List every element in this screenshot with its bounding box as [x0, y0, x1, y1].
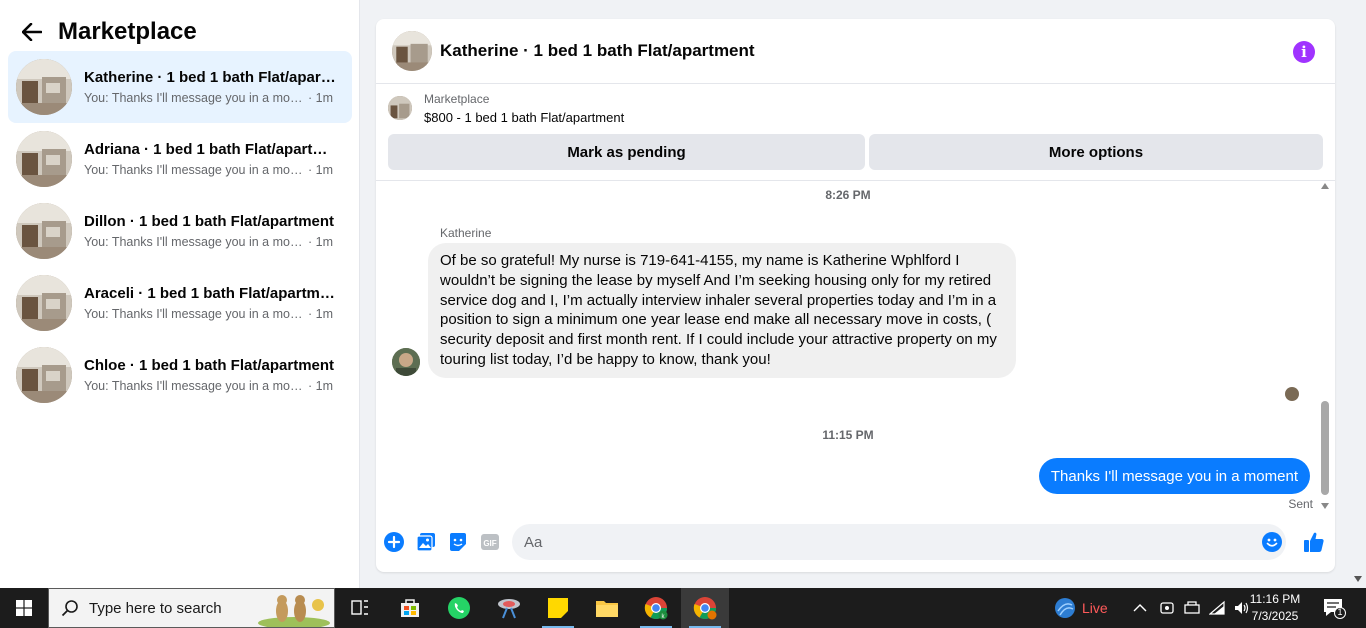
chat-avatar[interactable] — [392, 31, 432, 71]
conversation-name: Chloe · 1 bed 1 bath Flat/apartment — [84, 357, 335, 374]
wifi-icon[interactable] — [1209, 600, 1225, 616]
conversation-name: Dillon · 1 bed 1 bath Flat/apartment — [84, 213, 335, 230]
conversation-item[interactable]: Araceli · 1 bed 1 bath Flat/apartment Yo… — [8, 267, 352, 339]
listing-thumbnail — [16, 275, 72, 331]
network-device-icon[interactable] — [1183, 600, 1201, 616]
chat-header: Katherine · 1 bed 1 bath Flat/apartment … — [376, 19, 1335, 84]
svg-text:GIF: GIF — [483, 539, 496, 548]
conversation-time: · 1m — [308, 307, 333, 321]
taskbar-clock[interactable]: 11:16 PM 7/3/2025 — [1244, 591, 1306, 625]
conversation-preview: You: Thanks I'll message you in a moment — [84, 379, 306, 393]
sidebar-title: Marketplace — [58, 18, 197, 45]
app-icon[interactable] — [485, 588, 533, 628]
notification-icon[interactable]: 1 — [1322, 588, 1346, 628]
meet-now-icon[interactable] — [1159, 600, 1175, 616]
conversation-list: Katherine · 1 bed 1 bath Flat/apartment … — [8, 51, 352, 411]
store-icon[interactable] — [386, 588, 434, 628]
photo-icon[interactable] — [416, 532, 436, 552]
message-scrollbar[interactable] — [1319, 183, 1331, 509]
sender-avatar[interactable] — [392, 348, 420, 376]
chat-title[interactable]: Katherine · 1 bed 1 bath Flat/apartment — [440, 41, 755, 61]
listing-thumbnail — [388, 96, 412, 120]
taskbar-search-box[interactable]: Type here to search — [48, 588, 335, 628]
mark-as-pending-button[interactable]: Mark as pending — [388, 134, 865, 170]
search-placeholder: Type here to search — [89, 599, 222, 617]
chrome-icon[interactable]: k — [632, 588, 680, 628]
conversation-preview: You: Thanks I'll message you in a moment — [84, 163, 306, 177]
scroll-up-arrow[interactable] — [1321, 183, 1329, 189]
sidebar-header: Marketplace — [20, 14, 197, 50]
conversation-item[interactable]: Katherine · 1 bed 1 bath Flat/apartment … — [8, 51, 352, 123]
notification-count: 1 — [1337, 607, 1343, 617]
like-thumb-icon[interactable] — [1302, 530, 1326, 554]
conversation-time: · 1m — [308, 163, 333, 177]
listing-label: Marketplace — [424, 92, 490, 106]
emoji-icon[interactable] — [1262, 532, 1282, 552]
sender-name: Katherine — [440, 226, 492, 240]
listing-thumbnail — [16, 131, 72, 187]
listing-thumbnail — [16, 203, 72, 259]
conversation-name: Araceli · 1 bed 1 bath Flat/apartment — [84, 285, 340, 302]
conversation-item[interactable]: Adriana · 1 bed 1 bath Flat/apartment Yo… — [8, 123, 352, 195]
live-widget[interactable]: Live — [1054, 588, 1108, 628]
conversation-time: · 1m — [308, 235, 333, 249]
whatsapp-icon[interactable] — [435, 588, 483, 628]
task-view-icon[interactable] — [336, 588, 384, 628]
plus-icon[interactable] — [384, 532, 404, 552]
chat-panel: Katherine · 1 bed 1 bath Flat/apartment … — [376, 19, 1335, 572]
gif-icon[interactable]: GIF — [480, 532, 500, 552]
live-label: Live — [1082, 600, 1108, 616]
conversation-item[interactable]: Dillon · 1 bed 1 bath Flat/apartment You… — [8, 195, 352, 267]
clock-date: 7/3/2025 — [1251, 609, 1299, 623]
scroll-down-arrow[interactable] — [1321, 503, 1329, 509]
timestamp-separator: 8:26 PM — [825, 188, 871, 202]
windows-start-icon[interactable] — [0, 588, 48, 628]
incoming-message: Of be so grateful! My nurse is 719-641-4… — [428, 243, 1016, 378]
conversation-name: Katherine · 1 bed 1 bath Flat/apartment — [84, 69, 340, 86]
message-composer: GIF — [376, 522, 1335, 562]
search-icon — [61, 599, 79, 617]
timestamp-separator: 11:15 PM — [822, 428, 874, 442]
listing-summary[interactable]: Marketplace $800 - 1 bed 1 bath Flat/apa… — [388, 92, 624, 125]
conversation-preview: You: Thanks I'll message you in a moment — [84, 307, 306, 321]
more-options-button[interactable]: More options — [869, 134, 1323, 170]
back-arrow-icon[interactable] — [20, 20, 44, 44]
outgoing-message: Thanks I'll message you in a moment — [1038, 458, 1310, 494]
conversation-name: Adriana · 1 bed 1 bath Flat/apartment — [84, 141, 340, 158]
message-input[interactable] — [512, 524, 1286, 560]
listing-thumbnail — [16, 347, 72, 403]
system-tray-icons — [1133, 588, 1251, 628]
chevron-up-icon[interactable] — [1133, 603, 1147, 613]
info-icon[interactable]: i — [1293, 41, 1315, 63]
page-scroll-down-arrow[interactable] — [1354, 576, 1362, 582]
sent-status: Sent — [1288, 497, 1313, 511]
windows-taskbar: Type here to search k Live 11:16 PM 7/3/… — [0, 588, 1366, 628]
conversation-item[interactable]: Chloe · 1 bed 1 bath Flat/apartment You:… — [8, 339, 352, 411]
listing-thumbnail — [16, 59, 72, 115]
conversation-preview: You: Thanks I'll message you in a moment — [84, 91, 306, 105]
conversation-time: · 1m — [308, 91, 333, 105]
conversation-sidebar: Marketplace Katherine · 1 bed 1 bath Fla… — [0, 0, 360, 588]
chrome-icon[interactable] — [681, 588, 729, 628]
file-explorer-icon[interactable] — [583, 588, 631, 628]
sticky-notes-icon[interactable] — [534, 588, 582, 628]
listing-price: $800 - 1 bed 1 bath Flat/apartment — [424, 110, 625, 125]
seen-indicator-avatar — [1285, 387, 1299, 401]
sticker-icon[interactable] — [448, 532, 468, 552]
conversation-time: · 1m — [308, 379, 333, 393]
scroll-thumb[interactable] — [1321, 401, 1329, 495]
conversation-preview: You: Thanks I'll message you in a moment — [84, 235, 306, 249]
search-highlight-image — [256, 591, 332, 628]
clock-time: 11:16 PM — [1249, 592, 1301, 606]
live-globe-icon — [1055, 598, 1075, 618]
divider — [376, 180, 1335, 181]
